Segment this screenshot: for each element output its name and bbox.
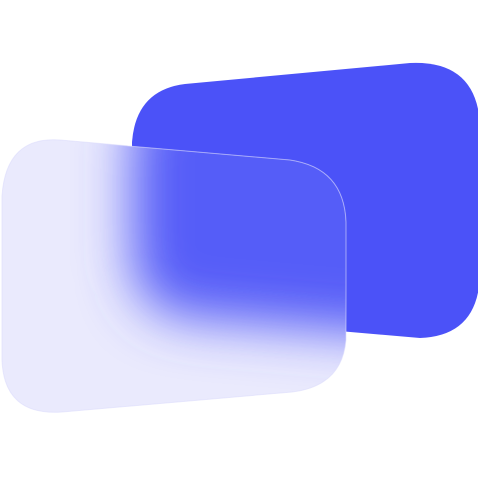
icon-canvas [0,0,478,478]
stacked-cards-icon [1,62,478,413]
